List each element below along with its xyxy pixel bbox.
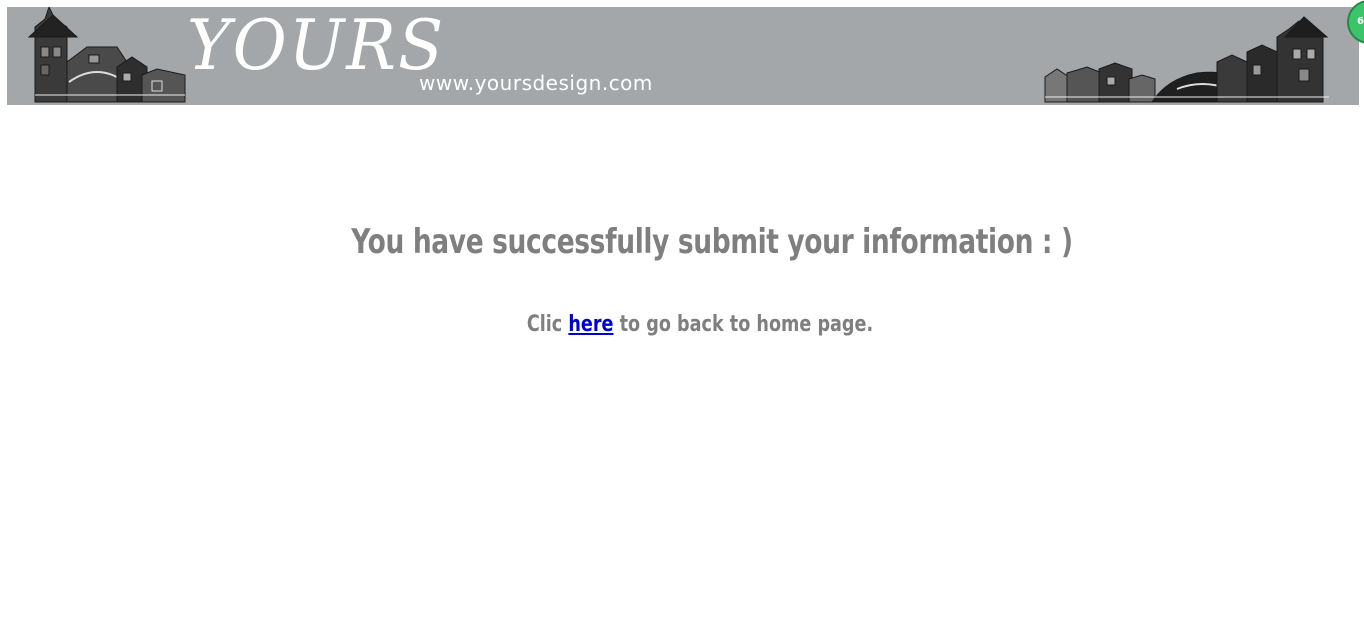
brand-logo-text: YOURS <box>187 7 446 86</box>
left-skyline-graphic <box>27 7 186 103</box>
page: YOURS www.yoursdesign.com 64 You have su… <box>0 0 1364 631</box>
site-url: www.yoursdesign.com <box>419 71 653 95</box>
home-page-link[interactable]: here <box>568 312 613 337</box>
right-skyline-graphic <box>1044 16 1329 103</box>
back-home-prefix: Clic <box>526 312 563 337</box>
success-heading: You have successfully submit your inform… <box>351 222 1073 262</box>
header-banner: YOURS www.yoursdesign.com <box>7 7 1359 105</box>
back-home-line: Clic here to go back to home page. <box>140 312 1260 337</box>
back-home-suffix: to go back to home page. <box>619 312 874 337</box>
